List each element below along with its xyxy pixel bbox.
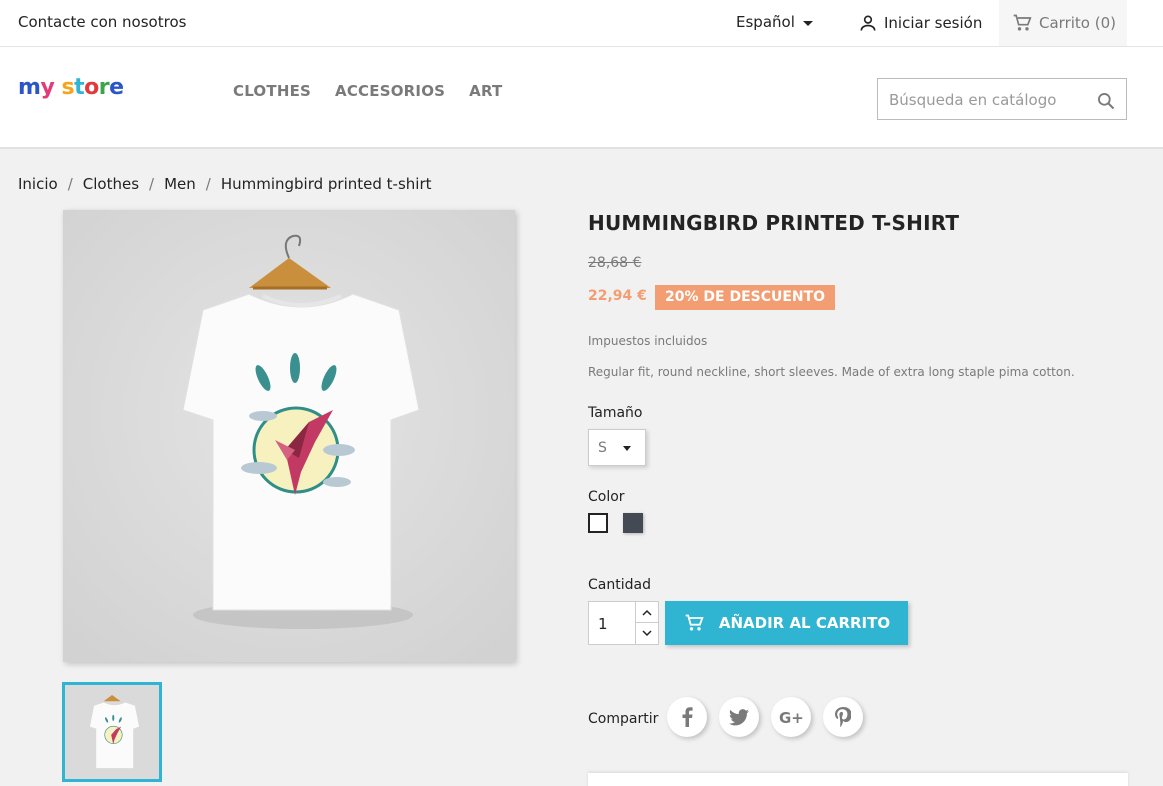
quantity-label: Cantidad — [588, 577, 651, 593]
store-logo[interactable]: my store — [18, 75, 124, 100]
search-placeholder: Búsqueda en catálogo — [889, 91, 1057, 109]
color-label: Color — [588, 489, 625, 505]
pinterest-icon — [835, 707, 851, 727]
cart-label: Carrito (0) — [1039, 14, 1116, 32]
share-label: Compartir — [588, 711, 659, 727]
breadcrumb-separator: / — [149, 175, 155, 193]
product-description: Regular fit, round neckline, short sleev… — [588, 365, 1075, 379]
product-extra-panel — [588, 773, 1128, 786]
color-swatch-gray[interactable] — [623, 513, 643, 533]
breadcrumb-separator: / — [205, 175, 211, 193]
tshirt-thumbnail-image — [65, 685, 159, 779]
tshirt-image — [63, 210, 515, 662]
size-label: Tamaño — [588, 405, 643, 421]
cart-button[interactable]: Carrito (0) — [999, 0, 1127, 46]
google-plus-icon: G+ — [779, 709, 803, 725]
product-main-image[interactable] — [63, 210, 515, 662]
tax-label: Impuestos incluidos — [588, 334, 708, 348]
quantity-buttons — [635, 602, 658, 644]
discount-badge: 20% DE DESCUENTO — [655, 285, 836, 310]
facebook-icon — [682, 707, 693, 727]
logo-letter: o — [84, 75, 99, 100]
svg-text:G+: G+ — [779, 709, 803, 725]
facebook-share-button[interactable] — [667, 697, 707, 737]
chevron-down-icon — [642, 630, 652, 637]
menu-item-art[interactable]: ART — [469, 82, 502, 100]
breadcrumb-clothes[interactable]: Clothes — [83, 175, 139, 193]
product-title: HUMMINGBIRD PRINTED T-SHIRT — [588, 211, 960, 235]
quantity-stepper[interactable]: 1 — [588, 601, 659, 645]
logo-letter: m — [18, 75, 41, 100]
current-price: 22,94 € — [588, 288, 647, 304]
breadcrumb-separator: / — [67, 175, 73, 193]
search-icon[interactable] — [1096, 91, 1116, 111]
main-menu: CLOTHES ACCESORIOS ART — [233, 82, 502, 100]
breadcrumb-home[interactable]: Inicio — [18, 175, 58, 193]
login-label: Iniciar sesión — [884, 14, 983, 32]
breadcrumb-current[interactable]: Hummingbird printed t-shirt — [221, 175, 432, 193]
logo-letter: r — [98, 75, 110, 100]
add-to-cart-label: AÑADIR AL CARRITO — [718, 614, 891, 632]
logo-letter: e — [109, 75, 124, 100]
search-input[interactable]: Búsqueda en catálogo — [877, 78, 1127, 120]
contact-link[interactable]: Contacte con nosotros — [18, 13, 186, 31]
quantity-decrease-button[interactable] — [636, 623, 658, 644]
breadcrumb-men[interactable]: Men — [164, 175, 196, 193]
menu-item-clothes[interactable]: CLOTHES — [233, 82, 311, 100]
quantity-value[interactable]: 1 — [598, 615, 608, 633]
site-header: my store CLOTHES ACCESORIOS ART Búsqueda… — [0, 47, 1163, 149]
chevron-down-icon — [802, 20, 813, 26]
breadcrumb: Inicio / Clothes / Men / Hummingbird pri… — [18, 175, 432, 193]
size-select[interactable]: S — [588, 429, 646, 466]
language-selector[interactable]: Español — [736, 13, 813, 31]
cart-icon — [1013, 14, 1032, 31]
twitter-share-button[interactable] — [719, 697, 759, 737]
twitter-icon — [729, 708, 749, 725]
chevron-down-icon — [623, 446, 631, 451]
product-thumbnail[interactable] — [62, 682, 162, 782]
quantity-increase-button[interactable] — [636, 602, 658, 623]
top-nav: Contacte con nosotros Español Iniciar se… — [0, 0, 1163, 47]
menu-item-accesorios[interactable]: ACCESORIOS — [335, 82, 445, 100]
user-icon — [860, 15, 876, 31]
add-to-cart-button[interactable]: AÑADIR AL CARRITO — [665, 601, 908, 645]
logo-letter: s — [61, 75, 75, 100]
chevron-up-icon — [642, 609, 652, 616]
pinterest-share-button[interactable] — [823, 697, 863, 737]
logo-letter: y — [40, 75, 55, 100]
size-value: S — [598, 440, 607, 456]
color-swatch-white[interactable] — [588, 513, 608, 533]
language-label: Español — [736, 13, 795, 31]
regular-price: 28,68 € — [588, 255, 642, 271]
cart-icon — [685, 614, 704, 631]
logo-letter: t — [74, 75, 85, 100]
logo-letter — [54, 75, 61, 100]
google-plus-share-button[interactable]: G+ — [771, 697, 811, 737]
login-link[interactable]: Iniciar sesión — [858, 13, 982, 33]
